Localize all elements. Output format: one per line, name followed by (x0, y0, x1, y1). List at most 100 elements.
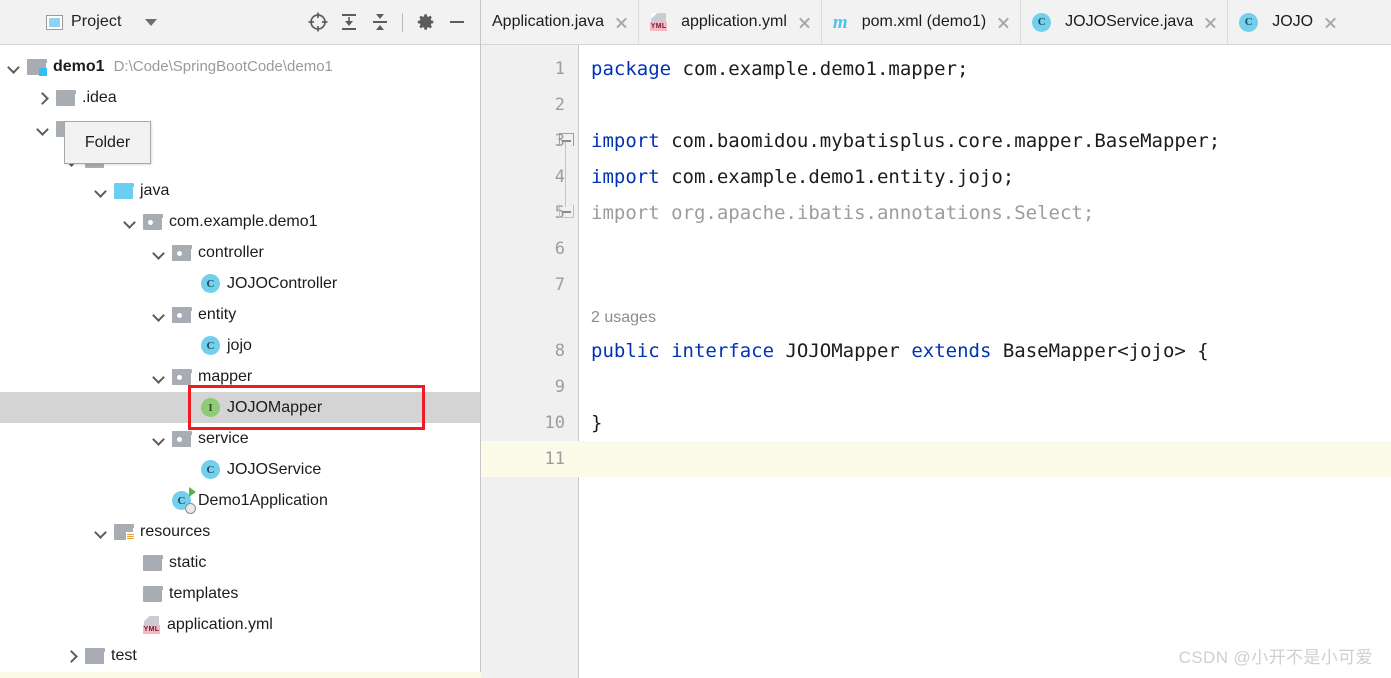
tree-item-label: test (111, 646, 137, 664)
code-editor[interactable]: 1 2 3 4 5 6 7 8 9 10 11 2 usages package com.exampl… (481, 45, 1391, 678)
settings-gear-icon[interactable] (410, 7, 441, 38)
locate-icon[interactable] (302, 7, 333, 38)
package-icon (143, 213, 163, 230)
fold-expand-icon[interactable] (559, 133, 574, 146)
tree-row-selected[interactable]: I JOJOMapper (0, 392, 480, 423)
folder-icon (56, 89, 76, 106)
folder-icon (143, 554, 163, 571)
editor-tab[interactable]: C JOJO (1227, 0, 1347, 44)
module-folder-icon (27, 58, 47, 76)
editor-gutter[interactable]: 1 2 3 4 5 6 7 8 9 10 11 (481, 45, 579, 678)
java-class-icon: C (201, 336, 220, 355)
tree-row[interactable]: templates (0, 578, 480, 609)
chevron-down-icon[interactable] (152, 246, 166, 260)
tree-item-label: resources (140, 522, 211, 540)
tree-row[interactable]: C Demo1Application (0, 485, 480, 516)
panel-bottom-strip (0, 672, 481, 678)
project-panel-actions (302, 7, 472, 38)
editor-area: Application.java YML application.yml m pom.x… (481, 0, 1391, 678)
editor-tab-label: Application.java (492, 13, 605, 30)
hide-minimize-icon[interactable] (441, 7, 472, 38)
close-icon[interactable] (1203, 15, 1218, 30)
line-number: 7 (554, 275, 565, 295)
java-interface-icon: I (201, 398, 220, 417)
tree-item-label: controller (198, 243, 264, 261)
code-line[interactable]: public interface JOJOMapper extends Base… (579, 333, 1209, 369)
fold-end-icon[interactable] (559, 205, 574, 218)
java-class-icon: C (201, 460, 220, 479)
tree-row[interactable]: test (0, 640, 480, 671)
expand-all-icon[interactable] (333, 7, 364, 38)
chevron-right-icon[interactable] (65, 649, 79, 663)
close-icon[interactable] (797, 15, 812, 30)
usages-inlay-hint[interactable]: 2 usages (591, 303, 656, 333)
tree-row[interactable]: C JOJOService (0, 454, 480, 485)
editor-code-surface[interactable]: 2 usages package com.example.demo1.mapper… (579, 45, 1391, 678)
tree-row[interactable]: .idea (0, 82, 480, 113)
chevron-down-icon[interactable] (152, 370, 166, 384)
tree-row[interactable]: Cjojo (0, 330, 480, 361)
close-icon[interactable] (996, 15, 1011, 30)
code-line[interactable]: import org.apache.ibatis.annotations.Sel… (579, 195, 1094, 231)
collapse-all-icon[interactable] (364, 7, 395, 38)
close-icon[interactable] (1323, 15, 1338, 30)
editor-tab-bar[interactable]: Application.java YML application.yml m pom.x… (481, 0, 1391, 45)
line-number: 2 (554, 95, 565, 115)
tree-row[interactable]: resources (0, 516, 480, 547)
line-number: 10 (544, 413, 565, 433)
close-icon[interactable] (614, 15, 629, 30)
tree-item-label: JOJOService (227, 460, 322, 478)
tree-item-label: com.example.demo1 (169, 212, 318, 230)
chevron-down-icon[interactable] (144, 18, 157, 26)
chevron-down-icon[interactable] (152, 308, 166, 322)
chevron-down-icon[interactable] (94, 184, 108, 198)
code-line[interactable]: import com.example.demo1.entity.jojo; (579, 159, 1014, 195)
line-number: 9 (554, 377, 565, 397)
tree-row[interactable]: demo1 D:\Code\SpringBootCode\demo1 (0, 51, 480, 82)
tree-row[interactable]: mapper (0, 361, 480, 392)
project-path-label: D:\Code\SpringBootCode\demo1 (113, 58, 333, 75)
chevron-down-icon[interactable] (94, 525, 108, 539)
spring-boot-run-class-icon: C (172, 487, 196, 514)
project-panel-title: Project (71, 13, 122, 30)
editor-tab[interactable]: C JOJOService.java (1020, 0, 1227, 44)
tree-item-label: service (198, 429, 249, 447)
project-tool-window: Project demo1 D:\Code\SpringBootCode\dem… (0, 0, 481, 678)
tree-item-label: JOJOController (227, 274, 338, 292)
tree-row[interactable]: static (0, 547, 480, 578)
yml-file-icon: YML (650, 13, 668, 31)
editor-tab-label: JOJO (1272, 13, 1314, 30)
tree-item-label: static (169, 553, 207, 571)
tree-row[interactable]: C JOJOController (0, 268, 480, 299)
project-panel-header: Project (0, 0, 480, 45)
code-line[interactable]: import com.baomidou.mybatisplus.core.map… (579, 123, 1220, 159)
editor-tab-label: pom.xml (demo1) (861, 13, 987, 30)
chevron-down-icon[interactable] (123, 215, 137, 229)
chevron-right-icon[interactable] (36, 91, 50, 105)
code-line[interactable]: } (579, 405, 602, 441)
line-number: 6 (554, 239, 565, 259)
chevron-down-icon[interactable] (7, 60, 21, 74)
folder-tooltip: Folder (64, 121, 151, 164)
chevron-down-icon[interactable] (36, 122, 50, 136)
tree-row[interactable]: controller (0, 237, 480, 268)
code-line[interactable]: package com.example.demo1.mapper; (579, 51, 969, 87)
editor-tab[interactable]: Application.java (481, 0, 638, 44)
resources-folder-icon (114, 523, 135, 542)
folder-tooltip-label: Folder (84, 133, 131, 151)
tree-row[interactable]: YML application.yml (0, 609, 480, 640)
editor-tab[interactable]: YML application.yml (638, 0, 821, 44)
tree-item-label: demo1 (53, 57, 105, 75)
project-title-group[interactable]: Project (0, 13, 157, 31)
tree-item-label: application.yml (167, 615, 273, 633)
chevron-down-icon[interactable] (152, 432, 166, 446)
tree-row[interactable]: java (0, 175, 480, 206)
tree-row[interactable]: entity (0, 299, 480, 330)
tree-row[interactable]: com.example.demo1 (0, 206, 480, 237)
tree-row[interactable]: service (0, 423, 480, 454)
tree-item-label: mapper (198, 367, 253, 385)
java-class-icon: C (1239, 12, 1259, 32)
editor-tab[interactable]: m pom.xml (demo1) (820, 0, 1020, 44)
project-panel-icon (46, 14, 63, 30)
ide-window: Project demo1 D:\Code\SpringBootCode\dem… (0, 0, 1391, 678)
